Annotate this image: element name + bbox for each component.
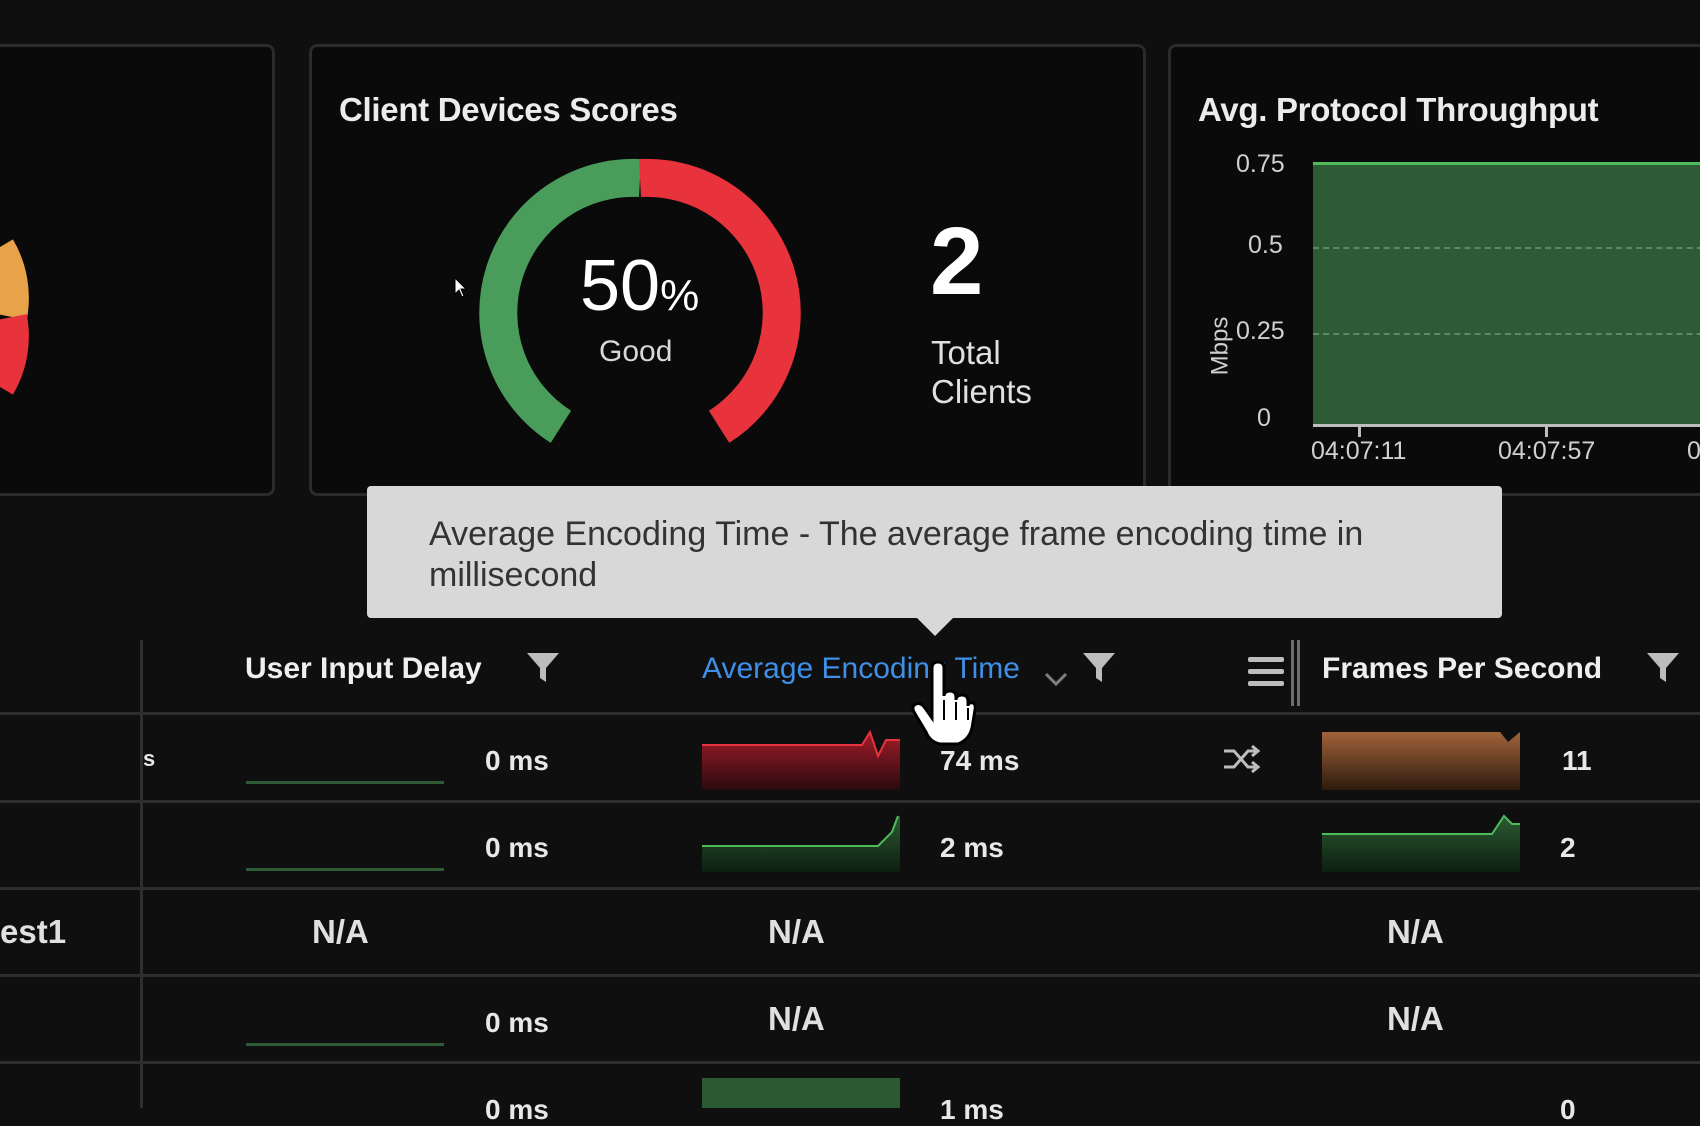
delay-value: 0 ms: [485, 1094, 549, 1125]
x-tick: 04:07:11: [1311, 437, 1407, 465]
card-title: Avg. Protocol Throughput: [1198, 91, 1599, 128]
partial-donut-chart: [0, 239, 29, 395]
encoding-sparkline: [702, 730, 900, 790]
column-resize-handle[interactable]: [1291, 640, 1300, 706]
fps-sparkline: [1322, 814, 1520, 872]
filter-icon[interactable]: [1645, 650, 1681, 686]
encoding-sparkline: [702, 1078, 900, 1108]
card-title: Client Devices Scores: [339, 91, 678, 128]
filter-icon[interactable]: [1081, 650, 1117, 686]
x-axis: [1313, 424, 1700, 427]
encoding-value: 1 ms: [940, 1094, 1004, 1125]
fps-value: N/A: [1387, 1000, 1444, 1037]
gauge-percent: 50%: [580, 246, 700, 326]
row-name: est1: [0, 913, 67, 950]
row-divider: [0, 887, 1700, 890]
x-tick-mark: [1358, 425, 1361, 437]
fps-sparkline: [1322, 732, 1520, 790]
y-axis-label: Mbps: [1206, 316, 1234, 376]
delay-sparkline: [246, 1043, 444, 1046]
delay-value: 0 ms: [485, 745, 549, 776]
x-tick: 04: [1687, 437, 1700, 465]
row-divider: [0, 974, 1700, 977]
column-menu-icon[interactable]: [1246, 653, 1286, 693]
throughput-area: [1313, 162, 1700, 427]
row-divider: [0, 800, 1700, 803]
delay-sparkline: [246, 868, 444, 871]
total-clients-count: 2: [930, 208, 984, 315]
header-divider: [0, 712, 1700, 715]
left-partial-card: [0, 44, 275, 496]
header-frames-per-second[interactable]: Frames Per Second: [1322, 652, 1602, 686]
x-tick: 04:07:57: [1498, 437, 1596, 465]
delay-sparkline: [246, 781, 444, 784]
tooltip-text: Average Encoding Time - The average fram…: [429, 515, 1364, 594]
row-name: s: [143, 746, 156, 771]
sort-descending-icon[interactable]: [1043, 670, 1069, 688]
fps-value: 2: [1560, 832, 1576, 863]
x-tick-mark: [1545, 425, 1548, 437]
tooltip-arrow: [915, 616, 955, 636]
grid-line: [1313, 247, 1700, 249]
encoding-value: 2 ms: [940, 832, 1004, 863]
header-user-input-delay[interactable]: User Input Delay: [245, 652, 482, 686]
grid-line: [1313, 333, 1700, 335]
hand-cursor-icon: [911, 660, 976, 746]
y-tick: 0: [1257, 404, 1271, 432]
y-tick: 0.5: [1248, 231, 1283, 259]
row-divider: [0, 1061, 1700, 1064]
fps-value: 11: [1562, 745, 1592, 776]
delay-value: 0 ms: [485, 832, 549, 863]
shuffle-icon[interactable]: [1222, 743, 1262, 775]
gauge-status: Good: [599, 335, 673, 368]
fps-value: 0: [1560, 1094, 1576, 1125]
throughput-card: Avg. Protocol Throughput Mbps 0.75 0.5 0…: [1168, 44, 1700, 496]
y-tick: 0.75: [1236, 150, 1285, 178]
column-header-tooltip: Average Encoding Time - The average fram…: [367, 486, 1502, 618]
encoding-value: N/A: [768, 1000, 825, 1037]
fps-value: N/A: [1387, 913, 1444, 950]
total-clients-label: Total Clients: [931, 334, 1032, 410]
encoding-value: N/A: [768, 913, 825, 950]
mouse-pointer-icon: [454, 277, 468, 298]
encoding-sparkline: [702, 815, 900, 872]
column-divider: [140, 640, 143, 1108]
delay-value: 0 ms: [485, 1007, 549, 1038]
filter-icon[interactable]: [525, 650, 561, 686]
y-tick: 0.25: [1236, 317, 1285, 345]
client-devices-scores-card: Client Devices Scores 50% Good 2 Total C…: [309, 44, 1146, 496]
delay-value: N/A: [312, 913, 369, 950]
